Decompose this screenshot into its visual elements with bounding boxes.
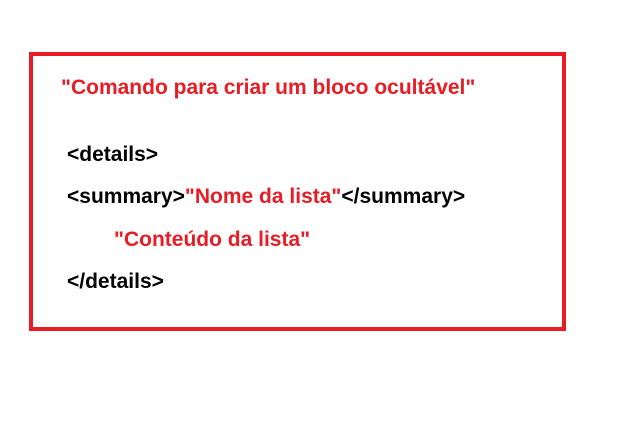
- details-open-tag: <details>: [67, 143, 159, 166]
- code-example-frame: "Comando para criar um bloco ocultável" …: [29, 52, 566, 331]
- summary-close-tag: </summary>: [341, 185, 466, 208]
- details-close-tag: </details>: [67, 270, 164, 293]
- example-title: "Comando para criar um bloco ocultável": [61, 76, 476, 99]
- content-text: "Conteúdo da lista": [114, 228, 311, 251]
- summary-name-text: "Nome da lista": [184, 185, 342, 208]
- summary-line: <summary>"Nome da lista"</summary>: [67, 185, 465, 209]
- summary-open-tag: <summary>: [67, 185, 185, 208]
